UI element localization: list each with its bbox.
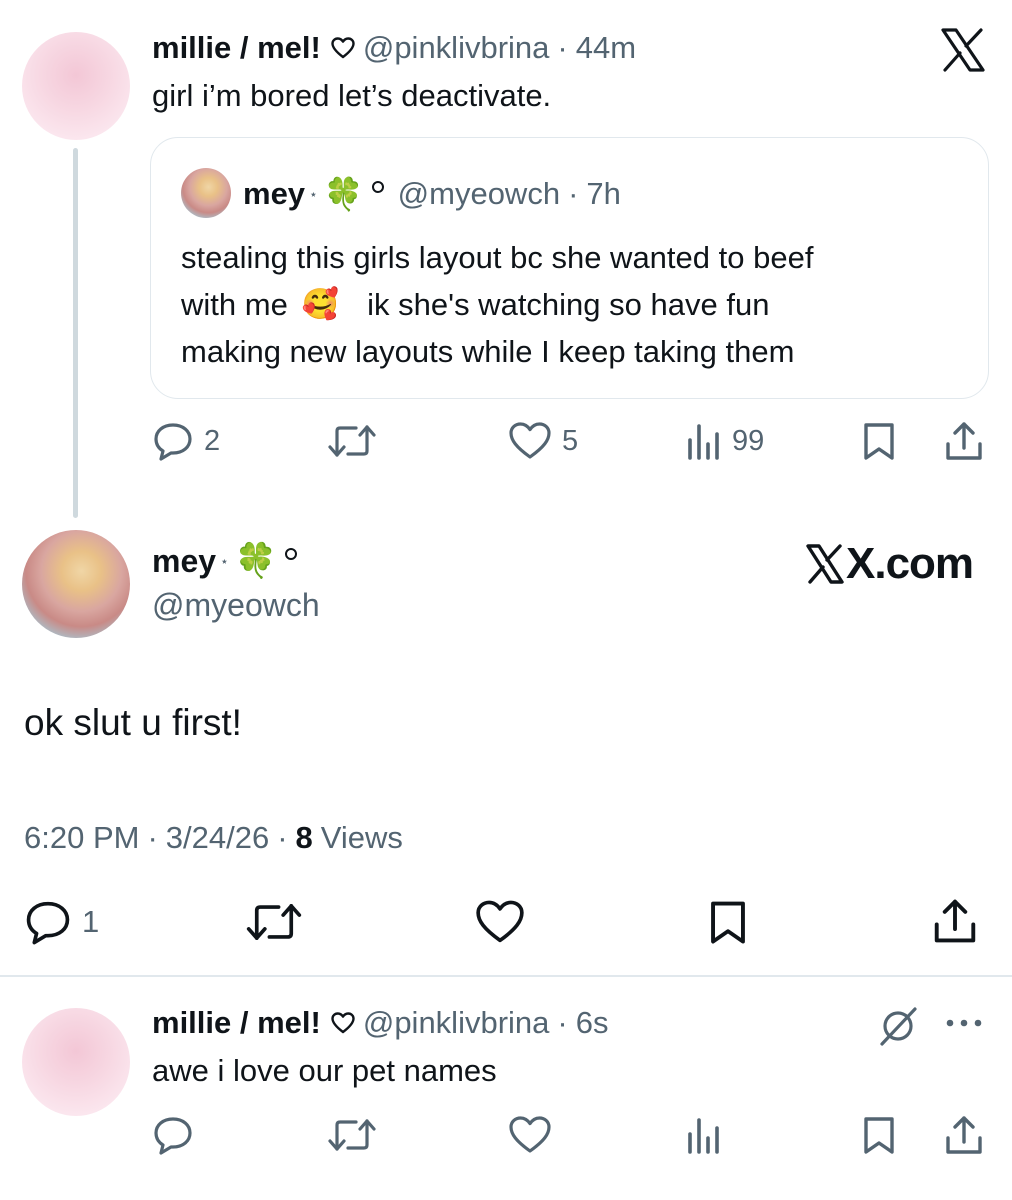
smiling-hearts-emoji: 🥰: [301, 288, 340, 321]
heart-icon: [331, 37, 355, 59]
bookmark-button[interactable]: [862, 420, 896, 462]
clover-emoji: 🍀: [323, 176, 364, 212]
reply-button[interactable]: [152, 1114, 194, 1156]
author-name[interactable]: millie / mel!: [152, 30, 321, 66]
top-reply-header: millie / mel! @pinklivbrina · 44m: [152, 28, 636, 68]
like-count: 5: [562, 424, 579, 457]
like-icon: [508, 1115, 552, 1155]
main-author-name[interactable]: mey: [152, 543, 216, 580]
share-icon: [944, 420, 984, 462]
bookmark-icon: [708, 899, 748, 945]
reply-count: 2: [204, 424, 221, 457]
share-button[interactable]: [944, 420, 984, 462]
author-handle[interactable]: @pinklivbrina: [363, 30, 550, 66]
x-logo-icon: [806, 544, 844, 584]
like-button[interactable]: [474, 898, 526, 946]
thread-line: [73, 148, 78, 518]
post-date[interactable]: 3/24/26: [166, 820, 269, 856]
share-icon: [932, 897, 978, 945]
quote-card[interactable]: mey ⋆ 🍀 @myeowch · 7h stealing this girl…: [150, 137, 989, 399]
author-name[interactable]: millie / mel!: [152, 1005, 321, 1041]
circle-icon: [371, 181, 384, 193]
quote-line-1: stealing this girls layout bc she wanted…: [181, 240, 814, 275]
separator-dot: ·: [557, 30, 568, 65]
retweet-icon: [328, 1115, 376, 1155]
x-com-brand: X.com: [806, 538, 974, 590]
like-button[interactable]: [508, 1114, 552, 1156]
separator-dot: ·: [147, 820, 158, 855]
grok-icon[interactable]: [876, 1004, 920, 1048]
bottom-reply-header: millie / mel! @pinklivbrina · 6s: [152, 1003, 608, 1043]
retweet-button[interactable]: [328, 420, 376, 462]
author-handle[interactable]: @pinklivbrina: [363, 1005, 550, 1041]
views-label: Views: [320, 820, 403, 855]
post-meta: 6:20 PM · 3/24/26 · 8 Views: [24, 818, 403, 858]
retweet-button[interactable]: [246, 898, 302, 946]
reply-button[interactable]: 2: [152, 420, 220, 462]
separator-dot: ·: [568, 176, 579, 211]
bookmark-icon: [862, 1115, 896, 1155]
retweet-icon: [328, 421, 376, 461]
reply-icon: [152, 1115, 194, 1155]
post-time[interactable]: 6:20 PM: [24, 820, 139, 856]
view-count: 99: [732, 424, 765, 457]
views-icon: [686, 422, 722, 460]
quote-line-2a: with me: [181, 287, 288, 322]
like-button[interactable]: 5: [508, 420, 578, 462]
more-icon[interactable]: [944, 1016, 984, 1030]
reply-text: awe i love our pet names: [152, 1053, 497, 1088]
main-post-name-row: mey ⋆ 🍀: [152, 540, 298, 582]
bookmark-icon: [862, 421, 896, 461]
views-button[interactable]: 99: [686, 420, 764, 462]
quote-line-2: with me 🥰 ik she's watching so have fun: [181, 281, 813, 328]
bookmark-button[interactable]: [708, 898, 748, 946]
reply-icon: [152, 421, 194, 461]
reply-count: 1: [82, 904, 100, 939]
circle-icon: [285, 548, 298, 560]
retweet-button[interactable]: [328, 1114, 376, 1156]
retweet-icon: [246, 899, 302, 945]
quote-header: mey ⋆ 🍀 @myeowch · 7h: [243, 174, 621, 214]
post-text: girl i’m bored let’s deactivate.: [152, 78, 552, 113]
heart-icon: [331, 1012, 355, 1034]
main-post-text: ok slut u first!: [24, 702, 242, 743]
separator-dot: ·: [277, 820, 288, 855]
share-icon: [944, 1114, 984, 1156]
bookmark-button[interactable]: [862, 1114, 896, 1156]
quote-author-name: mey: [243, 176, 306, 211]
brand-text: X.com: [846, 539, 974, 588]
like-icon: [508, 421, 552, 461]
reply-button[interactable]: 1: [24, 898, 99, 946]
clover-emoji: 🍀: [234, 542, 278, 580]
separator-dot: ·: [557, 1005, 568, 1040]
quote-author-handle: @myeowch: [397, 176, 561, 211]
avatar-mey[interactable]: [22, 530, 130, 638]
avatar-millie-bottom[interactable]: [22, 1008, 130, 1116]
views-count: 8: [295, 820, 313, 855]
quote-text: stealing this girls layout bc she wanted…: [181, 234, 813, 375]
quote-line-3: making new layouts while I keep taking t…: [181, 334, 795, 369]
share-button[interactable]: [932, 896, 978, 946]
x-logo-icon[interactable]: [940, 28, 986, 72]
views-icon: [686, 1116, 722, 1154]
main-author-handle[interactable]: @myeowch: [152, 585, 320, 625]
share-button[interactable]: [944, 1114, 984, 1156]
quote-line-2b: ik she's watching so have fun: [367, 287, 770, 322]
sparkle-icon: ⋆: [220, 552, 229, 569]
post-time[interactable]: 44m: [576, 30, 636, 66]
sparkle-icon: ⋆: [309, 185, 318, 202]
quote-avatar: [181, 168, 231, 218]
avatar-millie-top[interactable]: [22, 32, 130, 140]
reply-icon: [24, 899, 72, 945]
quote-time: 7h: [586, 176, 621, 211]
views-button[interactable]: [686, 1114, 722, 1156]
divider: [0, 975, 1012, 977]
like-icon: [474, 899, 526, 945]
post-time[interactable]: 6s: [576, 1005, 609, 1041]
